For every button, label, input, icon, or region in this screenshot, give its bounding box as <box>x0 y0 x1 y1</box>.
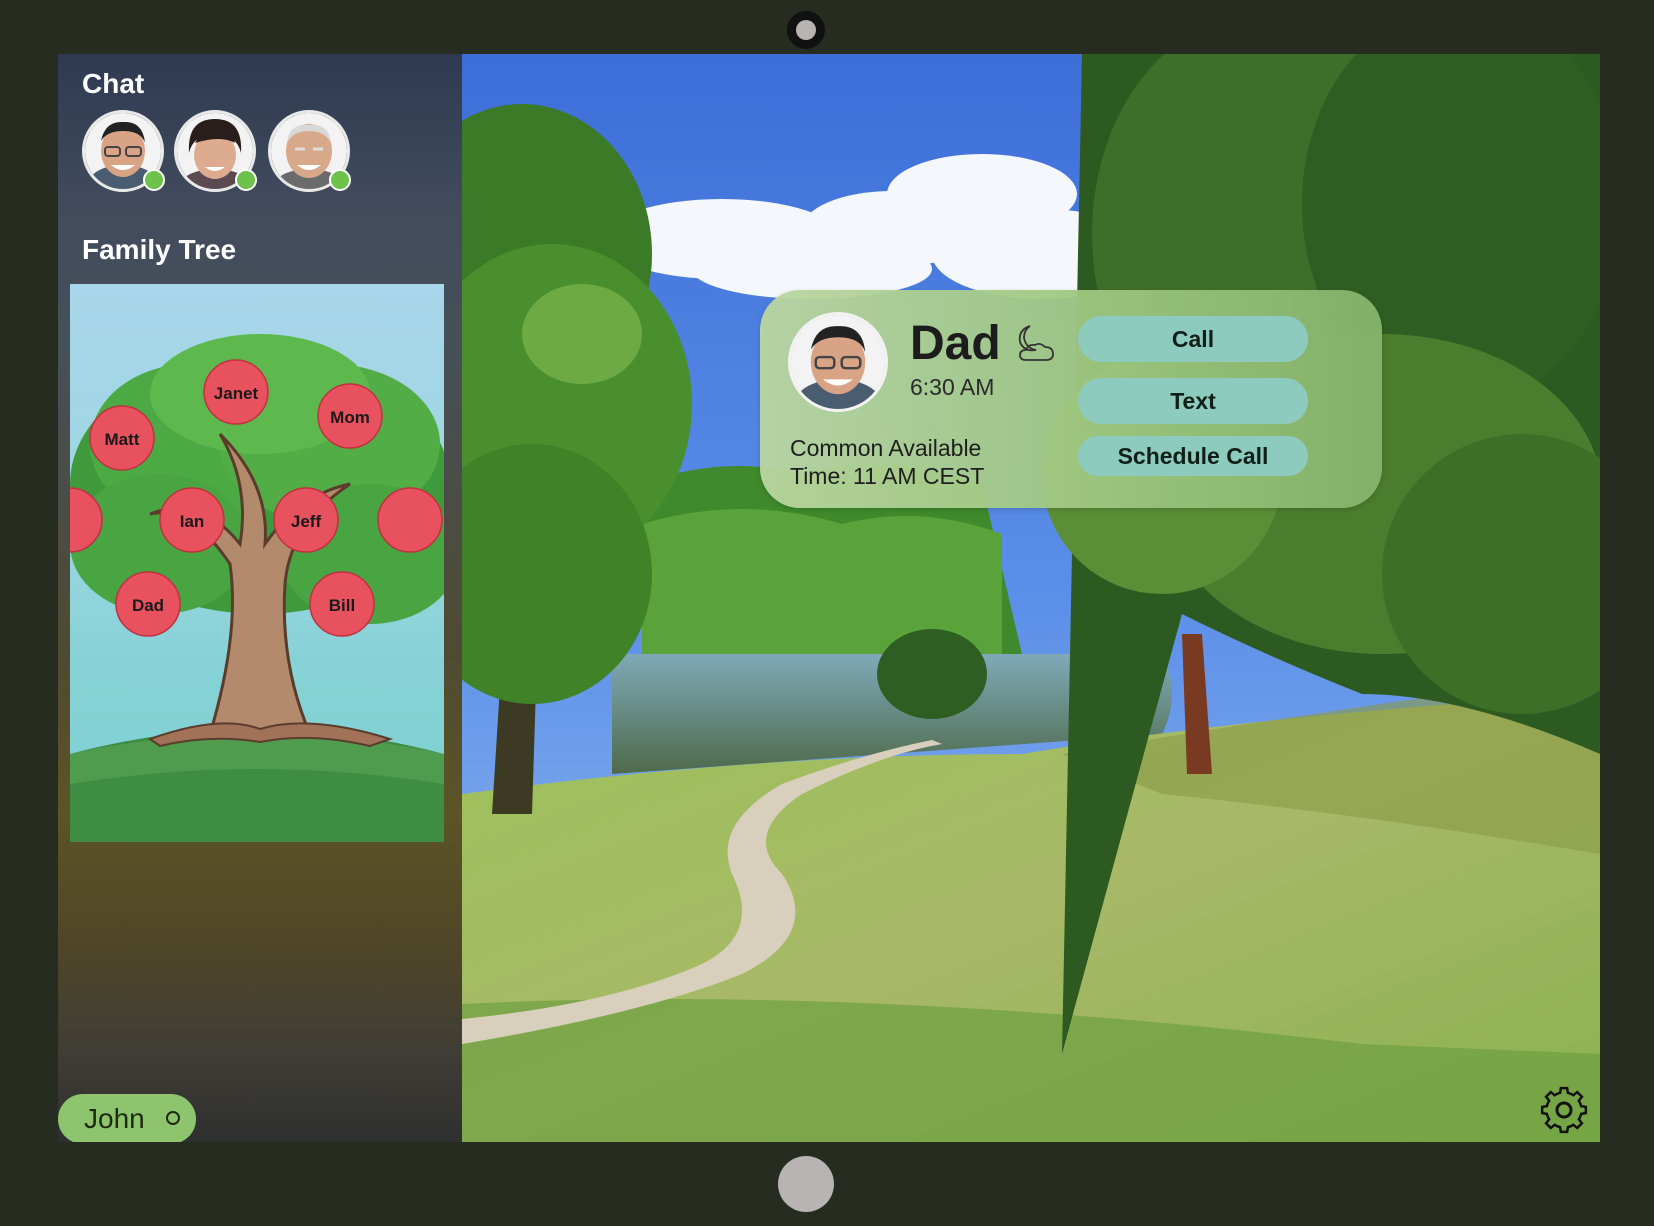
family-tree[interactable]: Janet Matt Mom Ian Jeff Dad Bill <box>70 284 444 842</box>
contact-avatar-grandpa[interactable] <box>268 110 351 192</box>
online-status-dot <box>143 169 165 191</box>
contact-avatar-dad[interactable] <box>82 110 165 192</box>
contact-card: Dad 6:30 AM Common Available Time: 11 AM… <box>760 290 1382 508</box>
wallpaper-landscape <box>392 54 1600 1142</box>
front-camera <box>787 11 825 49</box>
moon-cloud-icon <box>1018 325 1054 361</box>
avatar-man-glasses <box>791 315 885 409</box>
family-tree-illustration <box>70 334 444 842</box>
common-available-time: Common Available Time: 11 AM CEST <box>790 435 985 489</box>
tree-member-jeff[interactable]: Jeff <box>291 512 321 532</box>
contact-name: Dad <box>910 317 1001 370</box>
user-name: John <box>84 1103 145 1134</box>
family-tree-title: Family Tree <box>82 234 237 265</box>
tree-member-ian[interactable]: Ian <box>180 512 205 532</box>
text-button[interactable]: Text <box>1078 378 1308 424</box>
tree-member-mom[interactable]: Mom <box>330 408 370 428</box>
tree-member-bill[interactable]: Bill <box>329 596 355 616</box>
contact-avatar-mom[interactable] <box>174 110 257 192</box>
contact-local-time: 6:30 AM <box>910 374 995 400</box>
user-profile-pill[interactable]: John <box>58 1094 196 1142</box>
sidebar: Chat Family Tree Janet Matt Mom Ian Jeff… <box>58 54 462 1142</box>
tree-member-janet[interactable]: Janet <box>214 384 258 404</box>
status-ring-icon <box>166 1111 180 1125</box>
call-button[interactable]: Call <box>1078 316 1308 362</box>
tree-member-dad[interactable]: Dad <box>132 596 164 616</box>
tablet-screen: Chat Family Tree Janet Matt Mom Ian Jeff… <box>58 54 1600 1142</box>
home-button[interactable] <box>778 1156 834 1212</box>
schedule-call-button[interactable]: Schedule Call <box>1078 436 1308 476</box>
chat-title: Chat <box>82 68 145 99</box>
online-status-dot <box>235 169 257 191</box>
contact-card-avatar <box>788 312 888 412</box>
tree-member-matt[interactable]: Matt <box>105 430 140 450</box>
online-status-dot <box>329 169 351 191</box>
gear-icon[interactable] <box>1538 1084 1590 1136</box>
